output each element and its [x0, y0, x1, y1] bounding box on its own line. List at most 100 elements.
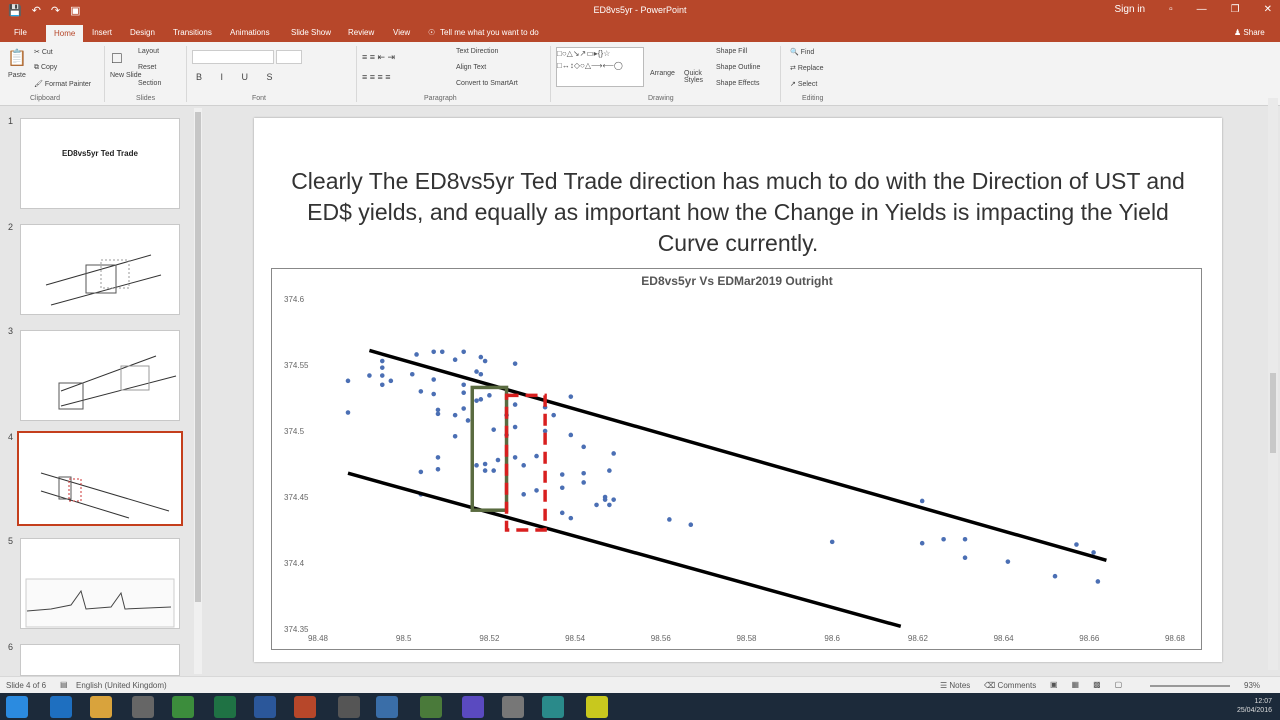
- thumbnail-scrollbar[interactable]: [194, 108, 202, 674]
- view-buttons[interactable]: ▣▦▩▢: [1050, 680, 1136, 689]
- close-icon[interactable]: ✕: [1264, 4, 1272, 15]
- bullets-icon[interactable]: ≡ ≡ ⇤ ⇥: [362, 52, 395, 63]
- data-point: [568, 432, 574, 438]
- data-point: [1005, 559, 1011, 564]
- align-text-button[interactable]: Align Text: [456, 64, 486, 71]
- slide-thumbnail-6[interactable]: [20, 644, 180, 676]
- tab-slideshow[interactable]: Slide Show: [291, 28, 331, 37]
- slide-thumbnail-5[interactable]: [20, 538, 180, 629]
- data-point: [962, 555, 968, 561]
- app-icon[interactable]: [462, 696, 484, 718]
- tab-review[interactable]: Review: [348, 28, 374, 37]
- slide-canvas[interactable]: Clearly The ED8vs5yr Ted Trade direction…: [254, 118, 1222, 662]
- restore-icon[interactable]: ❐: [1231, 4, 1240, 15]
- find-button[interactable]: 🔍 Find: [790, 48, 814, 56]
- windows-taskbar: 12:07 25/04/2016: [0, 693, 1280, 720]
- app-icon[interactable]: [376, 696, 398, 718]
- data-point: [568, 394, 574, 399]
- font-format-buttons[interactable]: B I U S: [196, 72, 281, 82]
- data-point: [1052, 573, 1058, 579]
- x-tick-label: 98.68: [1165, 634, 1186, 643]
- reset-button[interactable]: Reset: [138, 64, 156, 71]
- new-slide-icon[interactable]: □: [112, 50, 122, 68]
- data-point: [491, 427, 496, 432]
- cut-button[interactable]: ✂ Cut: [34, 48, 53, 56]
- tab-file[interactable]: File: [14, 28, 27, 37]
- format-painter-button[interactable]: 🖌 Format Painter: [34, 80, 91, 88]
- x-tick-label: 98.5: [396, 634, 412, 643]
- trend-line: [347, 471, 902, 629]
- convert-smartart-button[interactable]: Convert to SmartArt: [456, 80, 518, 87]
- start-icon[interactable]: [6, 696, 28, 718]
- ribbon-display-icon[interactable]: ▫: [1169, 4, 1173, 15]
- arrange-button[interactable]: Arrange: [650, 70, 675, 77]
- shape-effects-button[interactable]: Shape Effects: [716, 80, 759, 87]
- slide-thumbnail-2[interactable]: [20, 224, 180, 315]
- explorer-icon[interactable]: [90, 696, 112, 718]
- word-icon[interactable]: [254, 696, 276, 718]
- y-tick-label: 374.5: [284, 427, 305, 436]
- shapes-gallery[interactable]: □○△↘↗▭▸{}☆ □↔↕◇○△⟶⟵◯: [556, 47, 644, 87]
- excel-icon[interactable]: [214, 696, 236, 718]
- share-button[interactable]: ♟ Share: [1234, 28, 1265, 37]
- quick-styles-button[interactable]: Quick Styles: [684, 70, 712, 84]
- replace-button[interactable]: ⇄ Replace: [790, 64, 824, 72]
- data-point: [388, 378, 394, 384]
- scroll-thumb[interactable]: [195, 112, 201, 602]
- data-point: [512, 455, 518, 460]
- window-title: ED8vs5yr - PowerPoint: [593, 5, 687, 15]
- powerpoint-icon[interactable]: [294, 696, 316, 718]
- zoom-slider[interactable]: [1150, 685, 1230, 687]
- slide-text-box[interactable]: Clearly The ED8vs5yr Ted Trade direction…: [274, 166, 1202, 259]
- tab-insert[interactable]: Insert: [92, 28, 112, 37]
- tab-view[interactable]: View: [393, 28, 410, 37]
- paste-icon[interactable]: 📋: [7, 48, 27, 68]
- spellcheck-icon[interactable]: ▤: [60, 680, 68, 689]
- slide-counter: Slide 4 of 6: [6, 681, 47, 690]
- language-indicator[interactable]: English (United Kingdom): [76, 681, 167, 690]
- find-label: Find: [800, 49, 815, 56]
- new-slide-button[interactable]: New Slide: [110, 72, 142, 79]
- data-point: [431, 349, 436, 355]
- slide-thumbnail-4[interactable]: [17, 431, 183, 526]
- slide-scrollbar[interactable]: [1268, 98, 1278, 670]
- data-point: [581, 470, 586, 476]
- ie-icon[interactable]: [50, 696, 72, 718]
- tab-animations[interactable]: Animations: [230, 28, 270, 37]
- app-icon[interactable]: [338, 696, 360, 718]
- section-button[interactable]: Section: [138, 80, 161, 87]
- tell-me-input[interactable]: Tell me what you want to do: [440, 28, 539, 37]
- paste-button[interactable]: Paste: [8, 72, 26, 79]
- shape-fill-button[interactable]: Shape Fill: [716, 48, 747, 55]
- tab-home[interactable]: Home: [46, 25, 84, 42]
- align-icons[interactable]: ≡ ≡ ≡ ≡: [362, 72, 391, 82]
- scroll-thumb[interactable]: [1270, 373, 1276, 453]
- tab-transitions[interactable]: Transitions: [173, 28, 212, 37]
- select-button[interactable]: ↗ Select: [790, 80, 817, 88]
- app-icon[interactable]: [502, 696, 524, 718]
- slide-thumbnail-3[interactable]: [20, 330, 180, 421]
- status-bar: Slide 4 of 6 ▤ English (United Kingdom) …: [0, 676, 1280, 694]
- app-icon[interactable]: [586, 696, 608, 718]
- chrome-icon[interactable]: [172, 696, 194, 718]
- font-name-box[interactable]: [192, 50, 274, 64]
- copy-button[interactable]: ⧉ Copy: [34, 64, 57, 72]
- tab-design[interactable]: Design: [130, 28, 155, 37]
- slide-thumbnail-1[interactable]: ED8vs5yr Ted Trade: [20, 118, 180, 209]
- shape-outline-button[interactable]: Shape Outline: [716, 64, 760, 71]
- font-size-box[interactable]: [276, 50, 302, 64]
- text-direction-button[interactable]: Text Direction: [456, 48, 498, 55]
- layout-button[interactable]: Layout: [138, 48, 159, 55]
- signin-link[interactable]: Sign in: [1115, 4, 1146, 15]
- app-icon[interactable]: [542, 696, 564, 718]
- zoom-level[interactable]: 93%: [1244, 681, 1260, 690]
- app-icon[interactable]: [132, 696, 154, 718]
- data-point: [431, 377, 436, 382]
- app-icon[interactable]: [420, 696, 442, 718]
- notes-button[interactable]: ☰ Notes: [940, 681, 970, 690]
- comments-button[interactable]: ⌫ Comments: [984, 681, 1036, 690]
- data-point: [667, 517, 672, 522]
- minimize-icon[interactable]: —: [1197, 4, 1207, 15]
- data-point: [521, 492, 526, 497]
- chart-frame[interactable]: ED8vs5yr Vs EDMar2019 Outright 374.6 374.…: [271, 268, 1202, 650]
